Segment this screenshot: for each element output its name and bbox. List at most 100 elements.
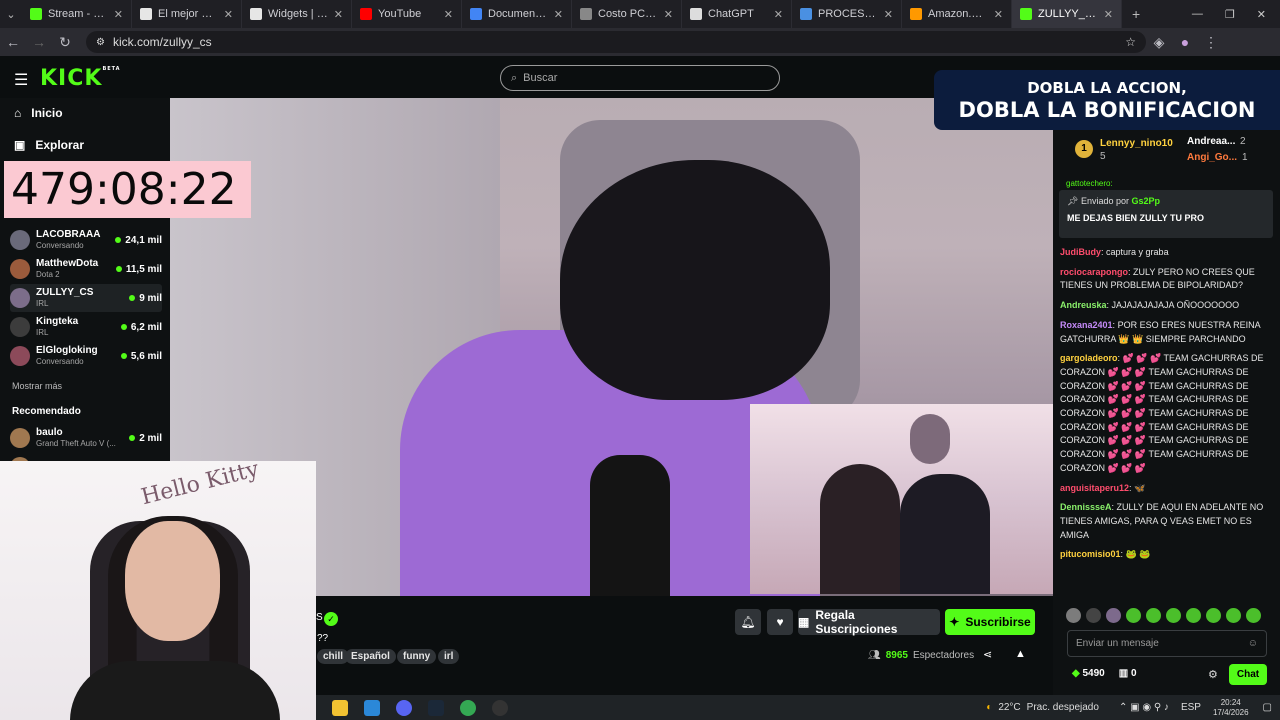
extensions-icon[interactable]: ◈ — [1146, 34, 1172, 51]
show-more-link[interactable]: Mostrar más — [12, 381, 62, 391]
emote-icon[interactable] — [1106, 608, 1121, 623]
store-icon[interactable] — [364, 699, 380, 716]
search-input[interactable]: ⌕ Buscar — [500, 65, 780, 91]
emoji-icon[interactable]: ☺ — [1248, 638, 1258, 649]
browser-tab[interactable]: Widgets | El mejo ✕ — [242, 0, 352, 28]
emote-icon[interactable] — [1246, 608, 1261, 623]
promo-line2: DOBLA LA BONIFICACION — [958, 98, 1256, 122]
reload-icon[interactable]: ↻ — [52, 34, 78, 51]
chat-username[interactable]: DennissseA — [1060, 502, 1112, 512]
emote-icon[interactable] — [1226, 608, 1241, 623]
leader-3-name[interactable]: Angi_Go... — [1187, 152, 1237, 163]
browser-tab[interactable]: PROCESADOR I5 ✕ — [792, 0, 902, 28]
sidebar-channel[interactable]: ElGlogloking Conversando 5,6 mil — [10, 342, 162, 370]
obs-icon[interactable] — [492, 699, 508, 716]
chrome-icon[interactable] — [460, 699, 476, 716]
browser-tab[interactable]: YouTube ✕ — [352, 0, 462, 28]
report-icon[interactable]: ▲ — [1015, 648, 1026, 660]
gift-subs-button[interactable]: ▦ Regala Suscripciones — [798, 608, 940, 636]
browser-tab[interactable]: ChatGPT ✕ — [682, 0, 792, 28]
points[interactable]: ◆ 5490 — [1072, 668, 1105, 679]
chat-username[interactable]: rociocarapongo — [1060, 267, 1128, 277]
emote-icon[interactable] — [1206, 608, 1221, 623]
profile-avatar[interactable]: ● — [1172, 34, 1198, 50]
emote-icon[interactable] — [1066, 608, 1081, 623]
tab-close-icon[interactable]: ✕ — [774, 8, 783, 21]
stream-tag[interactable]: Español — [345, 649, 396, 664]
browser-tab[interactable]: Costo PC Gamer ✕ — [572, 0, 682, 28]
tab-close-icon[interactable]: ✕ — [554, 8, 563, 21]
address-bar[interactable]: ⚙ kick.com/zullyy_cs ☆ — [86, 31, 1146, 53]
tab-close-icon[interactable]: ✕ — [114, 8, 123, 21]
stream-tag[interactable]: funny — [397, 649, 437, 664]
subscribe-button[interactable]: ✦ Suscribirse — [945, 609, 1035, 635]
chat-username[interactable]: gargoladeoro — [1060, 353, 1118, 363]
stream-tag[interactable]: irl — [438, 649, 460, 664]
chat-username[interactable]: Andreuska — [1060, 300, 1107, 310]
tab-search-icon[interactable]: ⌄ — [0, 8, 22, 21]
kick-logo[interactable]: KICKBETA — [40, 66, 121, 91]
tab-close-icon[interactable]: ✕ — [664, 8, 673, 21]
menu-icon[interactable]: ⋮ — [1198, 34, 1224, 51]
tab-title: ZULLYY_CS St — [1038, 8, 1098, 20]
emote-icon[interactable] — [1166, 608, 1181, 623]
sidebar-channel[interactable]: Kingteka IRL 6,2 mil — [10, 313, 162, 341]
back-icon[interactable]: ← — [0, 34, 26, 50]
notification-bell-button[interactable]: 🔔︎ — [735, 609, 761, 635]
emote-icon[interactable] — [1186, 608, 1201, 623]
notifications-icon[interactable]: ▢ — [1263, 702, 1272, 713]
restore-icon[interactable]: ❐ — [1225, 8, 1235, 21]
browser-tab[interactable]: Amazon.com : ins ✕ — [902, 0, 1012, 28]
file-explorer-icon[interactable] — [332, 699, 348, 716]
emote-icon[interactable] — [1086, 608, 1101, 623]
recommended-channel[interactable]: baulo Grand Theft Auto V (... 2 mil — [10, 424, 162, 452]
tab-close-icon[interactable]: ✕ — [224, 8, 233, 21]
chat-username[interactable]: JudiBudy — [1060, 247, 1101, 257]
chat-send-button[interactable]: Chat — [1229, 664, 1267, 685]
tab-close-icon[interactable]: ✕ — [994, 8, 1003, 21]
tab-close-icon[interactable]: ✕ — [1104, 8, 1113, 21]
chat-username[interactable]: pitucomisio01 — [1060, 549, 1121, 559]
gifts[interactable]: ▥ 0 — [1119, 668, 1137, 679]
close-window-icon[interactable]: ✕ — [1257, 8, 1266, 21]
follow-heart-button[interactable]: ♥ — [767, 609, 793, 635]
chat-settings-icon[interactable]: ⚙ — [1208, 668, 1218, 681]
new-tab-button[interactable]: + — [1122, 6, 1150, 22]
leader-2-name[interactable]: Andreaa... — [1187, 136, 1235, 147]
browser-tab[interactable]: El mejor software ✕ — [132, 0, 242, 28]
clock[interactable]: 20:24 17/4/2026 — [1213, 698, 1249, 718]
language-indicator[interactable]: ESP — [1181, 702, 1201, 713]
steam-icon[interactable] — [428, 699, 444, 716]
nav-home[interactable]: ⌂ Inicio — [14, 106, 63, 120]
discord-icon[interactable] — [396, 699, 412, 716]
tray-icons[interactable]: ⌃ ▣ ◉ ⚲ ♪ — [1119, 702, 1169, 713]
tab-close-icon[interactable]: ✕ — [444, 8, 453, 21]
leader-1-name[interactable]: Lennyy_nino10 — [1100, 138, 1173, 149]
promo-banner[interactable]: DOBLA LA ACCION, DOBLA LA BONIFICACION — [934, 70, 1280, 130]
chat-input[interactable]: Enviar un mensaje ☺ — [1067, 630, 1267, 657]
tab-close-icon[interactable]: ✕ — [884, 8, 893, 21]
sidebar-channel[interactable]: LACOBRAAA Conversando 24,1 mil — [10, 226, 162, 254]
avatar — [10, 230, 30, 250]
share-icon[interactable]: ⋖ — [983, 648, 992, 661]
bookmark-star-icon[interactable]: ☆ — [1125, 35, 1136, 49]
emote-icon[interactable] — [1146, 608, 1161, 623]
chat-username[interactable]: anguisitaperu12 — [1060, 483, 1129, 493]
chat-username[interactable]: Roxana2401 — [1060, 320, 1113, 330]
chat-text: 💕 💕 💕 TEAM GACHURRAS DE CORAZON 💕 💕 💕 TE… — [1060, 353, 1264, 473]
tab-close-icon[interactable]: ✕ — [334, 8, 343, 21]
hamburger-icon[interactable]: ☰ — [14, 70, 28, 90]
sidebar-channel[interactable]: MatthewDota Dota 2 11,5 mil — [10, 255, 162, 283]
tab-favicon-icon — [360, 8, 372, 20]
sidebar-channel[interactable]: ZULLYY_CS IRL 9 mil — [10, 284, 162, 312]
minimize-icon[interactable]: — — [1192, 8, 1203, 21]
emote-bar[interactable] — [1066, 608, 1266, 624]
browser-tab[interactable]: Documento sin tít ✕ — [462, 0, 572, 28]
forward-icon[interactable]: → — [26, 34, 52, 50]
nav-explore[interactable]: ▣ Explorar — [14, 138, 84, 152]
browser-tab[interactable]: Stream - Kick Da ✕ — [22, 0, 132, 28]
site-info-icon[interactable]: ⚙ — [96, 37, 105, 48]
browser-tab[interactable]: ZULLYY_CS St ✕ — [1012, 0, 1122, 28]
emote-icon[interactable] — [1126, 608, 1141, 623]
pinned-message[interactable]: 📌︎ Enviado por Gs2Pp ME DEJAS BIEN ZULLY… — [1059, 190, 1273, 238]
